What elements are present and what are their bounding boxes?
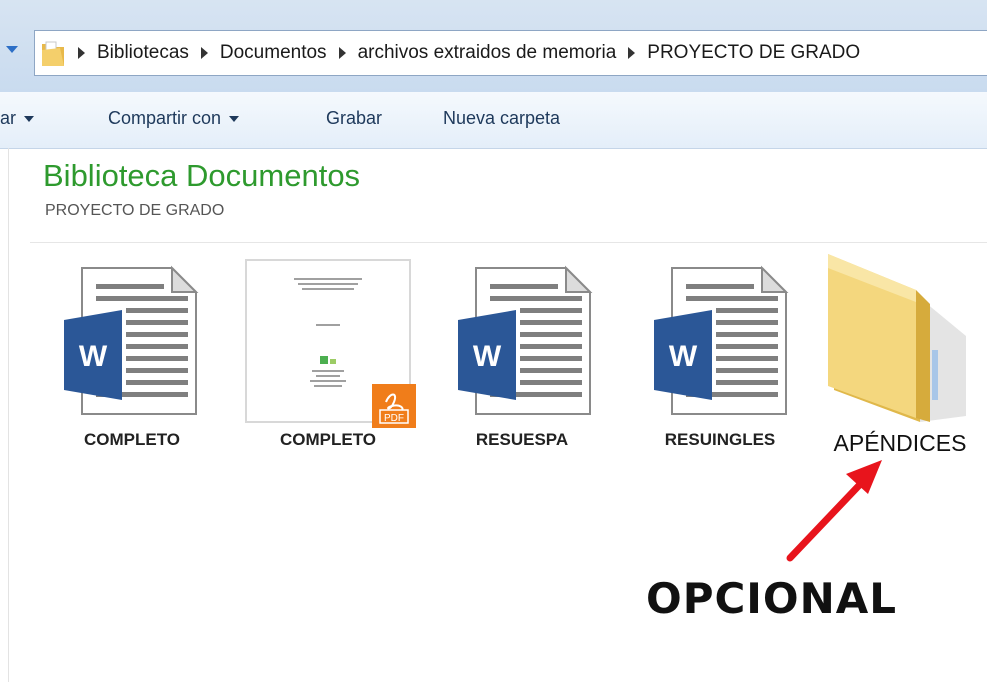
new-folder-button[interactable]: Nueva carpeta (443, 108, 560, 129)
svg-text:W: W (669, 340, 698, 373)
organize-button[interactable]: ar (0, 108, 35, 129)
folder-icon (42, 41, 64, 66)
word-document-icon: W (458, 265, 593, 415)
header-divider (30, 242, 987, 243)
breadcrumb-separator-icon[interactable] (338, 47, 346, 59)
file-name-label: RESUESPA (475, 430, 569, 449)
share-with-button[interactable]: Compartir con (108, 108, 240, 129)
file-name-label: COMPLETO (279, 430, 377, 449)
word-document-icon: W (64, 265, 199, 415)
folder-icon (828, 254, 966, 422)
breadcrumb: Bibliotecas Documentos archivos extraido… (78, 30, 872, 76)
annotation-label: OPCIONAL (646, 574, 898, 623)
file-item-resuingles[interactable]: W RESUINGLES (650, 262, 790, 462)
breadcrumb-item-bibliotecas[interactable]: Bibliotecas (97, 42, 189, 64)
file-name-label: RESUINGLES (664, 430, 776, 449)
file-item-completo-pdf[interactable]: PDF COMPLETO (242, 256, 422, 462)
command-bar: ar Compartir con Grabar Nueva carpeta (0, 92, 987, 149)
svg-text:W: W (473, 340, 502, 373)
breadcrumb-item-documentos[interactable]: Documentos (220, 42, 327, 64)
folder-item-apendices[interactable]: APÉNDICES (820, 246, 980, 466)
breadcrumb-separator-icon[interactable] (628, 47, 636, 59)
chevron-down-icon (229, 116, 240, 123)
svg-text:W: W (79, 340, 108, 373)
chevron-down-icon (24, 116, 35, 123)
breadcrumb-separator-icon[interactable] (200, 47, 208, 59)
word-document-icon: W (654, 265, 789, 415)
breadcrumb-separator-icon[interactable] (78, 47, 85, 59)
recent-locations-chevron-icon[interactable] (6, 46, 18, 53)
page-subtitle: PROYECTO DE GRADO (45, 202, 225, 219)
breadcrumb-item-archivos[interactable]: archivos extraidos de memoria (358, 42, 617, 64)
navigation-pane-edge (8, 148, 9, 682)
pdf-document-icon: PDF (245, 259, 416, 428)
page-title: Biblioteca Documentos (43, 158, 361, 193)
share-with-label: Compartir con (108, 108, 222, 128)
file-item-completo-docx[interactable]: W COMPLETO (60, 262, 200, 462)
file-item-resuespa[interactable]: W RESUESPA (454, 262, 594, 462)
file-name-label: COMPLETO (83, 430, 181, 449)
breadcrumb-item-proyecto[interactable]: PROYECTO DE GRADO (647, 42, 860, 64)
organize-label: ar (0, 108, 17, 128)
burn-button[interactable]: Grabar (326, 108, 382, 129)
annotation-arrow-icon (786, 460, 882, 562)
svg-text:PDF: PDF (384, 413, 404, 424)
